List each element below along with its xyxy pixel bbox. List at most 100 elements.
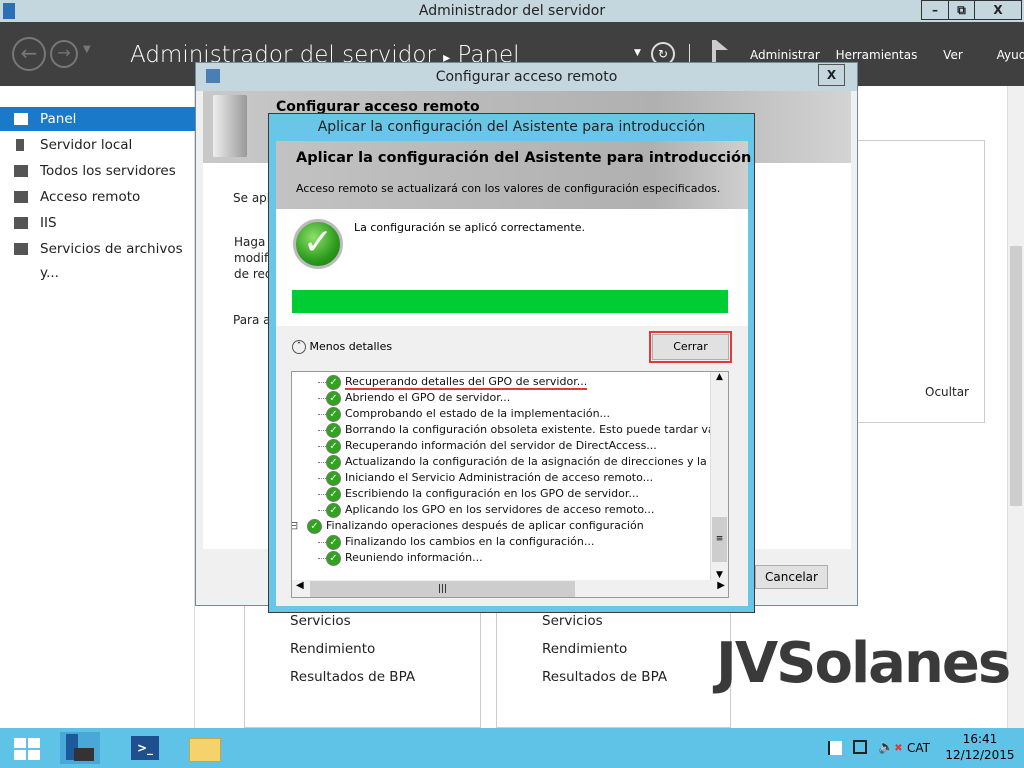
sidebar-item-label: Todos los servidores	[40, 163, 176, 179]
content-text-fragment: de red	[234, 267, 273, 281]
notifications-flag-body	[716, 40, 728, 50]
scrollbar-thumb[interactable]: |||	[310, 581, 575, 597]
tree-connector	[318, 541, 326, 543]
menu-ayuda[interactable]: Ayuda	[997, 48, 1024, 62]
scroll-up-icon[interactable]: ▲	[711, 372, 728, 382]
success-check-icon: ✓	[326, 422, 341, 438]
performance-link[interactable]: Rendimiento	[542, 641, 627, 657]
tree-item[interactable]: ✓ Comprobando el estado de la implementac…	[318, 406, 611, 422]
dialog-heading: Aplicar la configuración del Asistente p…	[296, 150, 752, 166]
tree-item-label: Iniciando el Servicio Administración de …	[345, 471, 654, 484]
forward-icon[interactable]: →	[50, 40, 78, 68]
status-area: ✓ La configuración se aplicó correctamen…	[276, 209, 748, 326]
scrollbar-thumb[interactable]: ≡	[712, 517, 727, 562]
scroll-left-icon[interactable]: ◀	[296, 580, 304, 591]
window-title: Administrador del servidor	[418, 3, 606, 19]
cancel-button[interactable]: Cancelar	[755, 565, 828, 589]
menu-ver[interactable]: Ver	[943, 48, 963, 62]
tree-item[interactable]: ✓ Actualizando la configuración de la asi…	[318, 454, 728, 470]
menu-herramientas[interactable]: Herramientas	[836, 48, 918, 62]
success-check-icon: ✓	[326, 406, 341, 422]
success-check-icon: ✓	[326, 502, 341, 518]
tree-item[interactable]: ✓ Finalizando los cambios en la configura…	[318, 534, 594, 550]
windows-start-icon[interactable]	[8, 732, 48, 764]
tree-item-label: Comprobando el estado de la implementaci…	[345, 407, 611, 420]
close-button[interactable]: Cerrar	[652, 334, 729, 360]
minimize-button[interactable]: –	[921, 0, 949, 20]
less-details-toggle[interactable]: ˆ Menos detalles	[292, 340, 392, 354]
powershell-icon[interactable]: >_	[125, 732, 165, 764]
sidebar-item-panel[interactable]: Panel	[0, 107, 195, 131]
performance-link[interactable]: Rendimiento	[290, 641, 375, 657]
success-check-icon: ✓	[326, 374, 341, 390]
scrollbar-thumb[interactable]	[1010, 246, 1022, 506]
tree-item-label: Recuperando detalles del GPO de servidor…	[345, 375, 588, 390]
success-check-icon: ✓	[326, 470, 341, 486]
dialog-title-bar: Configurar acceso remoto X	[196, 63, 857, 91]
tree-item[interactable]: ⊟ ✓ Finalizando operaciones después de apl…	[292, 518, 644, 534]
scroll-right-icon[interactable]: ▶	[717, 580, 725, 591]
tree-item[interactable]: ✓ Iniciando el Servicio Administración de…	[318, 470, 654, 486]
bpa-results-link[interactable]: Resultados de BPA	[542, 669, 667, 685]
remote-access-icon	[14, 191, 28, 203]
dialog-close-button[interactable]: X	[818, 64, 845, 86]
clock[interactable]: 16:41 12/12/2015	[940, 731, 1020, 763]
volume-muted-icon[interactable]: 🔈✖	[878, 740, 903, 755]
sidebar-item-iis[interactable]: IIS	[0, 211, 195, 235]
sidebar-item-servidor-local[interactable]: Servidor local	[0, 133, 195, 157]
clock-date: 12/12/2015	[945, 748, 1015, 762]
file-explorer-icon[interactable]	[185, 732, 225, 764]
tree-item[interactable]: ✓ Borrando la configuración obsoleta exis…	[318, 422, 728, 438]
app-icon	[3, 3, 15, 19]
taskbar: >_ 🔈✖ CAT 16:41 12/12/2015	[0, 728, 1024, 768]
dialog-title: Configurar acceso remoto	[435, 69, 618, 85]
services-link[interactable]: Servicios	[542, 613, 603, 629]
back-icon[interactable]: ←	[12, 37, 46, 71]
main-scrollbar[interactable]	[1007, 86, 1024, 728]
action-center-flag-icon[interactable]	[828, 741, 842, 755]
close-button[interactable]: X	[974, 0, 1022, 20]
tree-connector	[318, 445, 326, 447]
server-tower-icon	[213, 95, 247, 157]
sidebar-item-todos-servidores[interactable]: Todos los servidores	[0, 159, 195, 183]
history-dropdown-icon[interactable]: ▼	[83, 44, 91, 55]
tree-item[interactable]: ✓ Abriendo el GPO de servidor...	[318, 390, 510, 406]
hide-link[interactable]: Ocultar	[925, 385, 969, 399]
content-text-fragment: modifi	[234, 251, 272, 265]
tree-item[interactable]: ✓ Aplicando los GPO en los servidores de …	[318, 502, 654, 518]
sidebar-item-label: Acceso remoto	[40, 189, 141, 205]
sidebar-item-acceso-remoto[interactable]: Acceso remoto	[0, 185, 195, 209]
bpa-results-link[interactable]: Resultados de BPA	[290, 669, 415, 685]
tree-item[interactable]: ✓ Recuperando información del servidor de…	[318, 438, 657, 454]
scroll-down-icon[interactable]: ▼	[711, 570, 728, 580]
success-check-icon: ✓	[326, 486, 341, 502]
success-check-icon: ✓	[326, 390, 341, 406]
sidebar-item-servicios-archivos[interactable]: Servicios de archivos y...	[0, 237, 195, 281]
tree-item[interactable]: ✓ Reuniendo información...	[318, 550, 483, 566]
tree-item[interactable]: ✓ Recuperando detalles del GPO de servido…	[318, 374, 588, 390]
success-check-icon: ✓	[326, 534, 341, 550]
breadcrumb-dropdown-icon[interactable]: ▼	[634, 48, 641, 58]
tree-connector	[318, 413, 326, 415]
language-indicator[interactable]: CAT	[907, 741, 930, 755]
server-manager-icon[interactable]	[60, 732, 100, 764]
watermark-logo: JVSolanes	[716, 632, 1011, 696]
tree-item-label: Escribiendo la configuración en los GPO …	[345, 487, 639, 500]
tree-connector	[318, 461, 326, 463]
restore-button[interactable]: ⧉	[948, 0, 975, 20]
success-check-icon: ✓	[307, 518, 322, 534]
tree-horizontal-scrollbar[interactable]: ◀ ||| ▶	[292, 580, 728, 597]
divider	[689, 44, 690, 64]
progress-tree: ✓ Recuperando detalles del GPO de servido…	[291, 371, 729, 598]
role-panel	[244, 600, 481, 728]
progress-fill	[292, 290, 728, 313]
services-link[interactable]: Servicios	[290, 613, 351, 629]
network-icon[interactable]	[853, 740, 867, 754]
success-check-icon: ✓	[326, 550, 341, 566]
collapse-icon[interactable]: ⊟	[292, 518, 298, 534]
dashboard-icon	[14, 113, 28, 125]
tree-connector	[318, 509, 326, 511]
tree-vertical-scrollbar[interactable]: ▲ ≡ ▼	[710, 372, 728, 580]
menu-administrar[interactable]: Administrar	[750, 48, 820, 62]
tree-item[interactable]: ✓ Escribiendo la configuración en los GPO…	[318, 486, 639, 502]
